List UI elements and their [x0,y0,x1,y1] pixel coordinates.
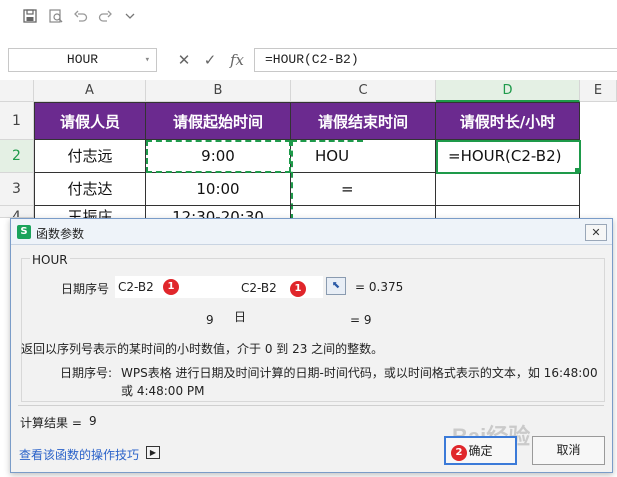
redo-icon[interactable] [97,9,113,25]
range-select-icon[interactable]: ⬉ [326,277,346,295]
cell-d3[interactable] [436,173,580,206]
quick-access-toolbar [0,0,617,36]
param-desc-line1: WPS表格 进行日期及时间计算的日期-时间代码，或以时间格式表示的文本，如 16… [121,366,598,380]
cell-c3[interactable]: = [291,173,436,206]
cancel-button[interactable]: 取消 [532,436,605,465]
active-cell-d2 [436,140,581,174]
param-name: 日期序号: [60,366,113,380]
video-icon[interactable]: ▶ [146,446,160,459]
row-header-1[interactable]: 1 [0,102,34,140]
header-cell-person[interactable]: 请假人员 [34,102,146,140]
fragment-mid: 日 [234,310,247,324]
header-cell-start[interactable]: 请假起始时间 [146,102,291,140]
save-icon[interactable] [22,9,38,25]
dialog-title: 函数参数 [36,227,85,241]
print-preview-icon[interactable] [48,9,64,25]
row-header-3[interactable]: 3 [0,173,34,206]
close-icon[interactable]: ✕ [585,224,607,241]
result-label: 计算结果 = [20,416,82,430]
dialog-title-bar[interactable] [11,219,612,245]
cell-d4[interactable] [436,206,580,218]
param-desc-line2: 或 4:48:00 PM [121,384,205,398]
ref-highlight-b2 [146,140,291,173]
fragment-left: 9 [206,313,214,327]
cell-a3[interactable]: 付志达 [34,173,146,206]
column-header-e[interactable]: E [580,80,617,102]
step-badge-2: 2 [451,445,467,461]
name-box-value: HOUR [66,52,99,67]
argument-label: 日期序号 [61,282,110,296]
select-all-corner[interactable] [0,80,34,102]
name-box[interactable]: HOUR ▾ [8,48,157,72]
divider [18,405,604,406]
function-name: HOUR [30,253,70,267]
argument-input-value: C2-B2 [118,280,154,294]
step-badge-1: 1 [163,279,179,295]
cell-b4[interactable]: 12:30-20:30 [146,206,291,218]
enter-formula-icon[interactable]: ✓ [201,50,219,70]
wps-logo-icon: S [17,225,31,239]
argument-overlay-text: C2-B2 [241,281,277,295]
undo-icon[interactable] [73,9,89,25]
chevron-down-icon[interactable]: ▾ [145,49,150,71]
result-value: 9 [89,414,97,428]
cell-b3[interactable]: 10:00 [146,173,291,206]
row-header-2[interactable]: 2 [0,140,34,173]
row-header-4[interactable]: 4 [0,206,34,218]
header-cell-end[interactable]: 请假结束时间 [291,102,436,140]
function-tips-link[interactable]: 查看该函数的操作技巧 [19,446,139,463]
cell-a2[interactable]: 付志远 [34,140,146,173]
column-header-d[interactable]: D [436,80,580,102]
formula-input[interactable]: =HOUR(C2-B2) [254,48,617,72]
column-header-c[interactable]: C [291,80,436,102]
argument-result: = 0.375 [355,280,404,294]
step-badge-1b: 1 [290,281,306,297]
cancel-formula-icon[interactable]: ✕ [175,50,193,70]
column-header-a[interactable]: A [34,80,146,102]
function-description: 返回以序列号表示的某时间的小时数值，介于 0 到 23 之间的整数。 [21,342,384,356]
fragment-right: = 9 [350,313,372,327]
row-4-clip: 王振庄 12:30-20:30 [34,206,580,218]
column-header-b[interactable]: B [146,80,291,102]
cell-a4[interactable]: 王振庄 [34,206,146,218]
insert-function-icon[interactable]: fx [226,50,248,70]
cell-c4[interactable] [291,206,436,218]
header-cell-duration[interactable]: 请假时长/小时 [436,102,580,140]
customize-icon[interactable] [122,9,138,25]
